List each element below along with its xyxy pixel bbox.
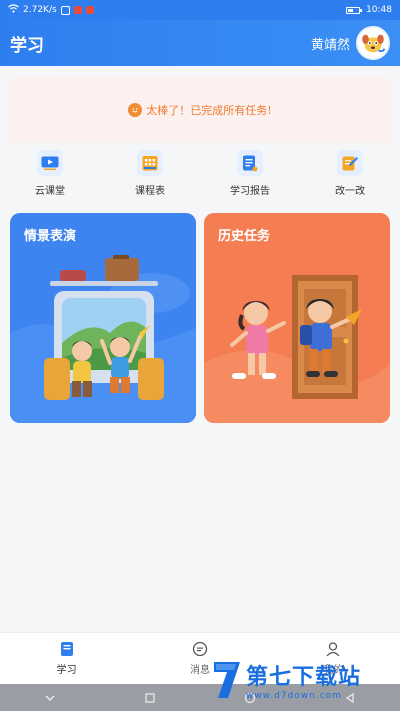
banner-message: 太棒了！已完成所有任务! <box>146 104 272 117</box>
watermark-name: 第七下载站 <box>246 665 362 690</box>
network-speed: 2.72K/s <box>23 5 57 15</box>
chevron-down-icon[interactable] <box>43 691 57 705</box>
avatar[interactable] <box>356 26 390 60</box>
task-status-banner: 太棒了！已完成所有任务! <box>10 77 390 143</box>
card-title: 情景表演 <box>24 229 77 244</box>
quick-nav: 云课堂 课程表 学习报告 改一改 <box>0 150 400 202</box>
notification-icon <box>73 6 82 14</box>
history-tasks-card[interactable]: 历史任务 <box>204 213 390 423</box>
tab-study[interactable]: 学习 <box>0 633 133 684</box>
status-bar: 2.72K/s 10:48 <box>0 0 400 20</box>
message-icon <box>192 641 208 657</box>
nav-label: 学习报告 <box>230 186 270 197</box>
sim-icon <box>60 5 70 15</box>
username: 黄靖然 <box>310 37 350 53</box>
page-title: 学习 <box>10 35 44 56</box>
kids-door-illustration <box>204 275 390 423</box>
d7down-logo-icon <box>214 662 240 698</box>
watermark: 第七下载站 www.d7down.com <box>212 650 394 710</box>
nav-label: 云课堂 <box>35 186 65 197</box>
play-video-icon <box>37 150 63 176</box>
cartoon-dog-avatar-icon <box>358 28 388 58</box>
card-title: 历史任务 <box>218 229 271 244</box>
app-notification-icon <box>85 6 94 14</box>
report-icon <box>237 150 263 176</box>
train-kids-illustration <box>10 255 196 423</box>
wifi-icon <box>8 4 19 16</box>
battery-icon <box>346 6 363 14</box>
app-header: 学习 黄靖然 <box>0 20 400 66</box>
nav-schedule[interactable]: 课程表 <box>100 150 200 202</box>
user-profile[interactable]: 黄靖然 <box>311 26 390 60</box>
tab-label: 学习 <box>56 665 77 676</box>
smile-icon <box>128 103 143 117</box>
nav-label: 课程表 <box>135 186 165 197</box>
tab-label: 消息 <box>189 665 210 676</box>
watermark-url: www.d7down.com <box>246 691 342 701</box>
nav-correction[interactable]: 改一改 <box>300 150 400 202</box>
scene-performance-card[interactable]: 情景表演 <box>10 213 196 423</box>
book-icon <box>60 642 73 656</box>
clock: 10:48 <box>366 5 392 15</box>
nav-study-report[interactable]: 学习报告 <box>200 150 300 202</box>
edit-pencil-icon <box>337 150 363 176</box>
calendar-grid-icon <box>137 150 163 176</box>
recent-apps-icon[interactable] <box>143 691 157 705</box>
nav-cloud-class[interactable]: 云课堂 <box>0 150 100 202</box>
nav-label: 改一改 <box>335 186 365 197</box>
